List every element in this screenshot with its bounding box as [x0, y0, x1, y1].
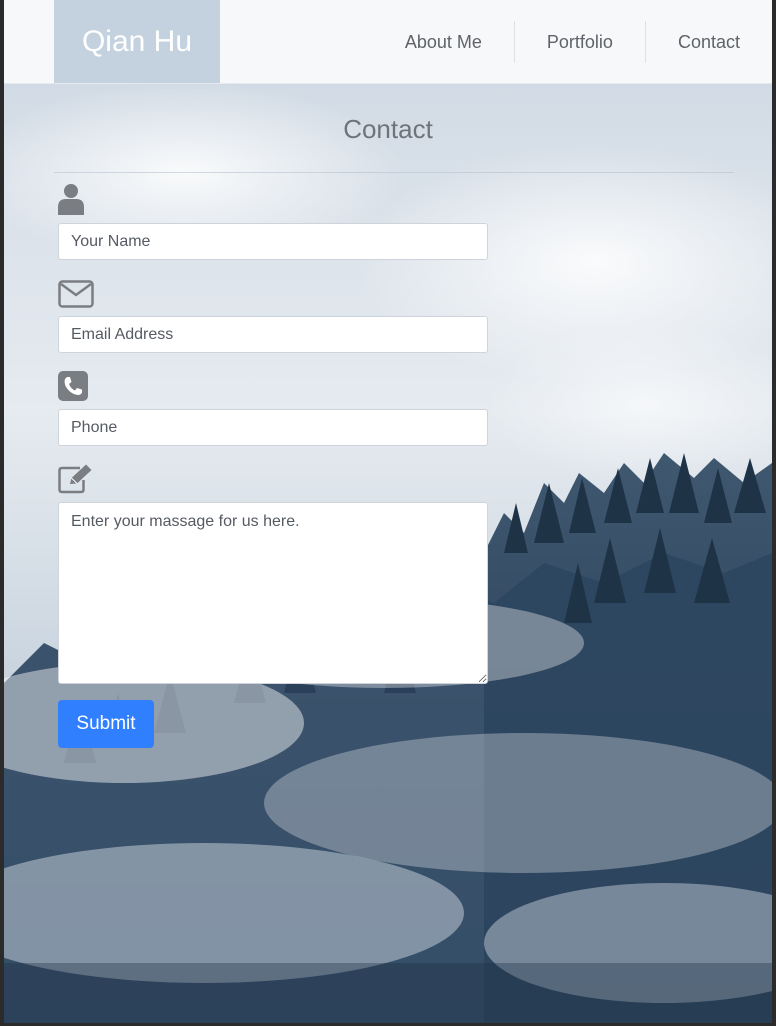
- contact-section: Contact Your Name Email Address Phone En…: [4, 83, 772, 748]
- submit-button[interactable]: Submit: [58, 700, 154, 748]
- edit-icon: [58, 464, 488, 499]
- title-divider: [54, 172, 734, 173]
- nav-item-portfolio[interactable]: Portfolio: [513, 20, 645, 63]
- top-navbar: Qian Hu About Me Portfolio Contact: [4, 0, 772, 84]
- message-textarea[interactable]: [58, 502, 488, 684]
- browser-viewport: Qian Hu About Me Portfolio Contact Conta…: [4, 0, 772, 1023]
- main-nav: About Me Portfolio Contact: [373, 0, 772, 83]
- contact-form: Submit: [58, 183, 488, 748]
- name-field-group: [58, 183, 488, 260]
- envelope-icon: [58, 280, 488, 313]
- page-title: Contact: [343, 114, 433, 144]
- user-icon: [58, 183, 488, 220]
- message-field-group: [58, 464, 488, 684]
- phone-field-group: [58, 371, 488, 446]
- phone-input[interactable]: [58, 409, 488, 446]
- name-input[interactable]: [58, 223, 488, 260]
- email-field-group: [58, 280, 488, 353]
- nav-item-contact[interactable]: Contact: [644, 20, 772, 63]
- nav-item-about-me[interactable]: About Me: [373, 21, 514, 63]
- phone-icon: [58, 371, 488, 406]
- brand-logo-link[interactable]: Qian Hu: [54, 0, 220, 83]
- email-input[interactable]: [58, 316, 488, 353]
